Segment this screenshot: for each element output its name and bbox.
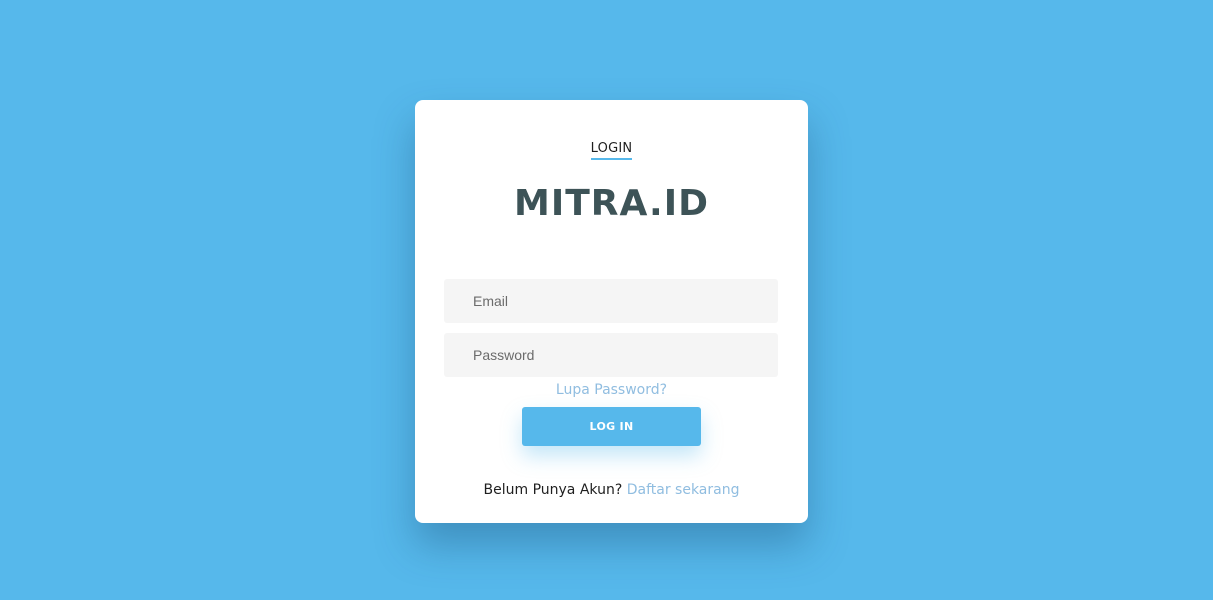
login-button[interactable]: LOG IN [522, 407, 701, 446]
login-tab-label: LOGIN [590, 141, 633, 160]
register-link[interactable]: Daftar sekarang [627, 482, 740, 498]
forgot-password-link[interactable]: Lupa Password? [415, 382, 808, 398]
login-tab: LOGIN [415, 137, 808, 160]
register-line: Belum Punya Akun? Daftar sekarang [415, 482, 808, 498]
brand-logo: MITRA.ID [514, 183, 709, 224]
login-card: LOGIN MITRA.ID Lupa Password? LOG IN Bel… [415, 100, 808, 523]
email-field[interactable] [444, 279, 778, 323]
register-prompt: Belum Punya Akun? [483, 482, 623, 498]
password-field[interactable] [444, 333, 778, 377]
